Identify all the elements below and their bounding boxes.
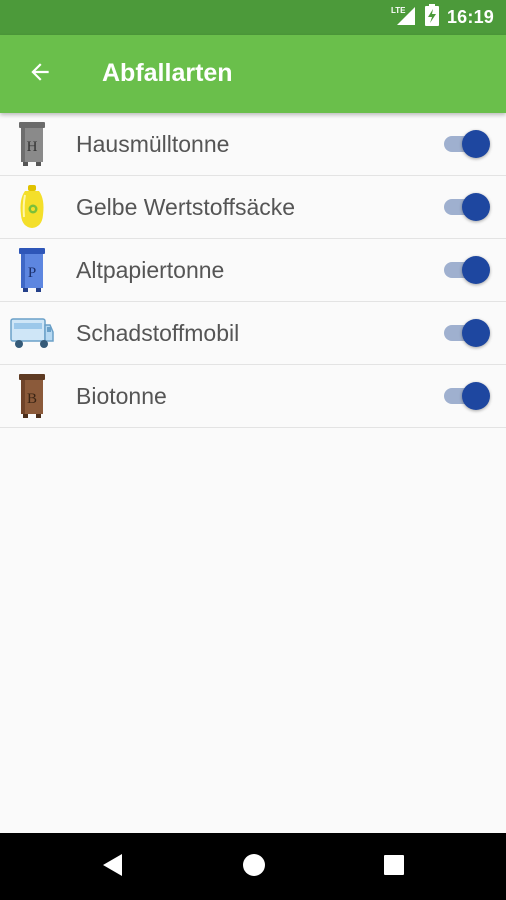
nav-home-button[interactable]	[234, 847, 274, 887]
waste-type-list: H Hausmülltonne Gelbe Wertstoffsäcke P A…	[0, 113, 506, 428]
switch-thumb	[462, 130, 490, 158]
toggle-schadstoffmobil[interactable]	[444, 318, 492, 348]
status-bar: LTE 16:19	[0, 0, 506, 35]
lte-signal-icon: LTE	[391, 4, 417, 31]
status-icons: LTE 16:19	[391, 0, 494, 35]
switch-thumb	[462, 256, 490, 284]
recents-square-icon	[383, 854, 405, 881]
list-item-altpapiertonne: P Altpapiertonne	[0, 239, 506, 302]
list-item-schadstoffmobil: Schadstoffmobil	[0, 302, 506, 365]
app-bar: Abfallarten	[0, 35, 506, 113]
truck-icon	[9, 307, 55, 359]
grey-bin-icon: H	[12, 118, 52, 170]
nav-back-button[interactable]	[93, 847, 133, 887]
waste-type-label: Gelbe Wertstoffsäcke	[76, 193, 296, 220]
battery-charging-icon	[424, 4, 439, 31]
list-item-hausmuelltonne: H Hausmülltonne	[0, 113, 506, 176]
toggle-biotonne[interactable]	[444, 381, 492, 411]
switch-thumb	[462, 382, 490, 410]
toggle-hausmuelltonne[interactable]	[444, 129, 492, 159]
back-button[interactable]	[20, 54, 60, 94]
bin-letter-b: B	[27, 391, 37, 407]
bin-letter-p: P	[28, 265, 36, 281]
waste-type-label: Hausmülltonne	[76, 130, 230, 157]
waste-type-label: Altpapiertonne	[76, 256, 225, 283]
toggle-gelbe-wertstoffsaecke[interactable]	[444, 192, 492, 222]
switch-thumb	[462, 319, 490, 347]
nav-recents-button[interactable]	[374, 847, 414, 887]
list-item-biotonne: B Biotonne	[0, 365, 506, 428]
network-label: LTE	[391, 6, 406, 15]
status-time: 16:19	[446, 7, 494, 27]
home-circle-icon	[242, 853, 266, 882]
toggle-altpapiertonne[interactable]	[444, 255, 492, 285]
page-title: Abfallarten	[102, 59, 233, 87]
list-item-gelbe-wertstoffsaecke: Gelbe Wertstoffsäcke	[0, 176, 506, 239]
back-triangle-icon	[102, 853, 124, 882]
waste-type-label: Schadstoffmobil	[76, 319, 240, 346]
blue-bin-icon: P	[12, 244, 52, 296]
arrow-back-icon	[27, 59, 53, 90]
yellow-bag-icon	[12, 181, 52, 233]
brown-bin-icon: B	[12, 370, 52, 422]
waste-type-label: Biotonne	[76, 382, 167, 409]
navigation-bar	[0, 833, 506, 900]
bin-letter-h: H	[27, 139, 38, 155]
switch-thumb	[462, 193, 490, 221]
